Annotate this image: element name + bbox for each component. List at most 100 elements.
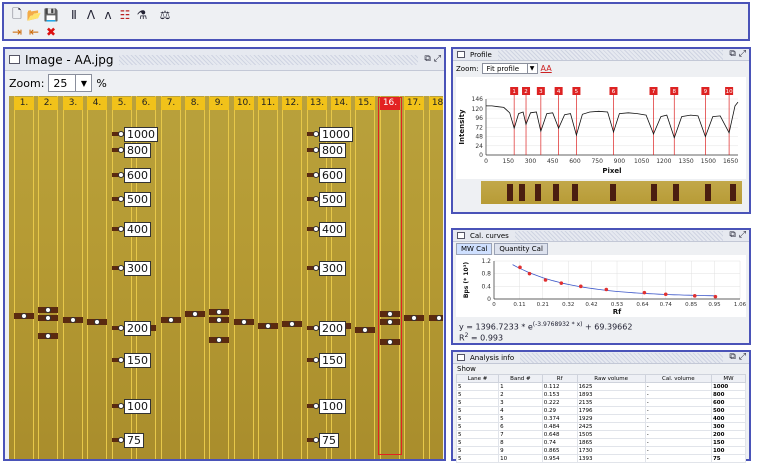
column-header[interactable]: Cal. volume bbox=[644, 374, 712, 383]
chevron-down-icon[interactable]: ▼ bbox=[526, 63, 537, 74]
column-header[interactable]: Band # bbox=[498, 374, 543, 383]
table-row[interactable]: 5 10 0.954 1393-75 bbox=[455, 454, 747, 463]
restore-window-icon[interactable]: ⧉ bbox=[729, 353, 735, 362]
table-row[interactable]: 5 1 0.112 1625-1000 bbox=[455, 382, 747, 391]
band-marker-dot[interactable] bbox=[265, 323, 271, 329]
profile-zoom-select[interactable]: Fit profile ▼ bbox=[481, 63, 538, 74]
band-marker-dot[interactable] bbox=[216, 337, 222, 343]
band-marker-dot[interactable] bbox=[168, 317, 174, 323]
gel-lane[interactable] bbox=[87, 96, 107, 459]
table-row[interactable]: 5 9 0.865 1730-100 bbox=[455, 446, 747, 455]
save-icon[interactable]: 💾 bbox=[44, 8, 59, 22]
lane-label[interactable]: 8. bbox=[185, 97, 205, 110]
tab-quantity-cal[interactable]: Quantity Cal bbox=[494, 243, 548, 255]
cal-point[interactable] bbox=[559, 281, 564, 285]
band-marker-dot[interactable] bbox=[21, 313, 27, 319]
gel-lane[interactable] bbox=[14, 96, 34, 459]
scale-icon[interactable]: ⚖ bbox=[158, 8, 172, 22]
lane-label[interactable]: 3. bbox=[63, 97, 83, 110]
gel-lane[interactable] bbox=[282, 96, 302, 459]
lanes-icon[interactable]: Ⅱ bbox=[67, 8, 81, 22]
band-marker-dot[interactable] bbox=[289, 321, 295, 327]
band-marker-dot[interactable] bbox=[216, 317, 222, 323]
lane-label[interactable]: 13. bbox=[307, 97, 327, 110]
grid-lanes-icon[interactable]: ☷ bbox=[118, 8, 132, 22]
column-header[interactable]: MW bbox=[710, 374, 747, 383]
lane-label[interactable]: 1. bbox=[14, 97, 34, 110]
gel-lane[interactable] bbox=[404, 96, 424, 459]
band-marker-dot[interactable] bbox=[362, 327, 368, 333]
profile-peaks-icon[interactable]: Λ bbox=[84, 8, 98, 22]
flask-icon[interactable]: ⚗ bbox=[135, 8, 149, 22]
new-file-icon[interactable]: 🗋 bbox=[10, 7, 24, 22]
lane-label[interactable]: 6. bbox=[136, 97, 156, 110]
cal-point[interactable] bbox=[692, 294, 697, 298]
gel-lane[interactable] bbox=[234, 96, 254, 459]
lane-label[interactable]: 2. bbox=[38, 97, 58, 110]
gel-lane[interactable] bbox=[63, 96, 83, 459]
table-row[interactable]: 5 6 0.484 2425-300 bbox=[455, 422, 747, 431]
tab-mw-cal[interactable]: MW Cal bbox=[456, 243, 493, 255]
maximize-window-icon[interactable]: ⤢ bbox=[434, 55, 441, 64]
chevron-down-icon[interactable]: ▼ bbox=[75, 75, 91, 91]
lane-label[interactable]: 4. bbox=[87, 97, 107, 110]
band-marker-dot[interactable] bbox=[411, 315, 417, 321]
gel-lane[interactable] bbox=[258, 96, 278, 459]
profile-titlebar[interactable]: Profile ⧉ ⤢ bbox=[453, 49, 749, 61]
column-header[interactable]: Rf bbox=[541, 374, 578, 383]
band-marker-dot[interactable] bbox=[70, 317, 76, 323]
import-icon[interactable]: ⇥ bbox=[10, 25, 24, 39]
table-row[interactable]: 5 4 0.29 1796-500 bbox=[455, 406, 747, 415]
band-marker-dot[interactable] bbox=[241, 319, 247, 325]
lane-label[interactable]: 18. bbox=[429, 97, 443, 110]
gel-lane[interactable] bbox=[161, 96, 181, 459]
gel-lane[interactable] bbox=[429, 96, 443, 459]
lane-label[interactable]: 17. bbox=[404, 97, 424, 110]
cal-point[interactable] bbox=[604, 287, 609, 292]
gel-lane[interactable] bbox=[185, 96, 205, 459]
cal-point[interactable] bbox=[713, 294, 718, 299]
export-icon[interactable]: ⇤ bbox=[27, 25, 41, 39]
restore-window-icon[interactable]: ⧉ bbox=[729, 50, 735, 59]
cal-curves-titlebar[interactable]: Cal. curves ⧉ ⤢ bbox=[453, 230, 749, 242]
maximize-window-icon[interactable]: ⤢ bbox=[739, 353, 746, 362]
table-row[interactable]: 5 7 0.648 1505-200 bbox=[455, 430, 747, 439]
cal-point[interactable] bbox=[518, 265, 522, 270]
lane-label[interactable]: 15. bbox=[355, 97, 375, 110]
band-marker-dot[interactable] bbox=[45, 315, 51, 321]
lane-label[interactable]: 14. bbox=[331, 97, 351, 110]
aa-button[interactable]: AA bbox=[541, 64, 552, 73]
lane-label[interactable]: 11. bbox=[258, 97, 278, 110]
multi-peak-icon[interactable]: ʌ bbox=[101, 8, 115, 22]
band-marker-dot[interactable] bbox=[216, 309, 222, 315]
table-row[interactable]: 5 2 0.153 1893-800 bbox=[455, 390, 747, 399]
cal-point[interactable] bbox=[663, 292, 668, 297]
lane-label[interactable]: 7. bbox=[161, 97, 181, 110]
band-marker-dot[interactable] bbox=[192, 311, 198, 317]
open-folder-icon[interactable]: 📂 bbox=[27, 8, 42, 22]
table-row[interactable]: 5 5 0.374 1929-400 bbox=[455, 414, 747, 423]
cal-point[interactable] bbox=[642, 290, 647, 295]
band-marker-dot[interactable] bbox=[45, 333, 51, 339]
lane-label[interactable]: 12. bbox=[282, 97, 302, 110]
maximize-window-icon[interactable]: ⤢ bbox=[739, 50, 746, 59]
column-header[interactable]: Lane # bbox=[455, 374, 500, 383]
restore-window-icon[interactable]: ⧉ bbox=[424, 55, 430, 64]
analysis-titlebar[interactable]: Analysis info ⧉ ⤢ bbox=[453, 352, 749, 364]
cal-point[interactable] bbox=[578, 284, 583, 289]
gel-lane[interactable] bbox=[38, 96, 58, 459]
lane-label[interactable]: 5. bbox=[112, 97, 132, 110]
table-row[interactable]: 5 3 0.222 2135-600 bbox=[455, 398, 747, 407]
maximize-window-icon[interactable]: ⤢ bbox=[739, 231, 746, 240]
zoom-select[interactable]: 25 ▼ bbox=[48, 74, 93, 92]
cal-point[interactable] bbox=[527, 271, 532, 276]
close-x-icon[interactable]: ✖ bbox=[44, 25, 58, 39]
band-marker-dot[interactable] bbox=[94, 319, 100, 325]
image-window-titlebar[interactable]: Image - AA.jpg ⧉ ⤢ bbox=[5, 49, 444, 71]
show-menu[interactable]: Show bbox=[457, 365, 476, 373]
gel-lane[interactable] bbox=[209, 96, 229, 459]
band-marker-dot[interactable] bbox=[45, 307, 51, 313]
column-header[interactable]: Raw volume bbox=[576, 374, 646, 383]
lane-label[interactable]: 10. bbox=[234, 97, 254, 110]
gel-lane[interactable] bbox=[355, 96, 375, 459]
